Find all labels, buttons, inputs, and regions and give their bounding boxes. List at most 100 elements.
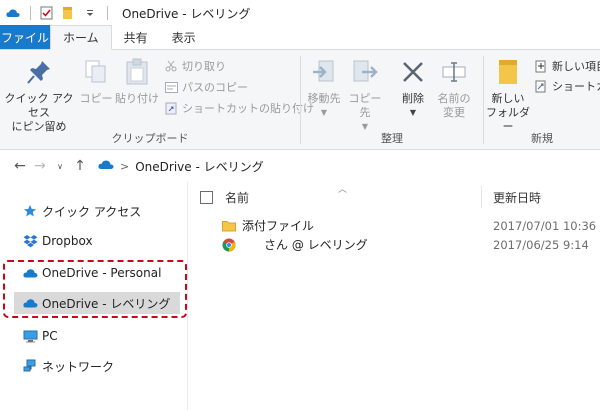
cut-label: 切り取り [182, 60, 226, 73]
file-date: 2017/07/01 10:36 [493, 218, 597, 233]
new-folder-icon[interactable] [61, 6, 75, 20]
pin-icon [23, 56, 55, 88]
ribbon: クイック アクセス にピン留め コピー 貼り付け 切り取り パスのコピー ショー… [0, 50, 600, 150]
clipboard-group-label: クリップボード [111, 132, 189, 145]
organize-group-label: 整理 [381, 132, 403, 145]
nav-label: ネットワーク [42, 359, 115, 374]
new-folder-label-line1: 新しい [491, 92, 525, 105]
window-title: OneDrive - レベリング [122, 6, 251, 21]
new-item-icon [534, 59, 548, 73]
back-arrow-icon[interactable]: ← [10, 156, 30, 176]
recent-locations-chevron-icon[interactable]: ∨ [50, 156, 70, 176]
easy-access-shortcut-button[interactable]: ショートカ [534, 78, 600, 94]
ribbon-tabs: ファイル ホーム 共有 表示 [0, 25, 600, 50]
delete-x-icon [397, 56, 429, 88]
sort-ascending-icon: ︿ [338, 185, 348, 195]
new-item-label: 新しい項目 [552, 60, 600, 73]
paste-shortcut-icon [164, 101, 178, 115]
column-modified-label: 更新日時 [493, 190, 542, 205]
nav-label: PC [42, 329, 58, 343]
column-header-name[interactable]: 名前 [200, 186, 249, 208]
onedrive-cloud-icon [6, 6, 20, 20]
file-name: 添付ファイル [222, 217, 314, 234]
star-icon [22, 204, 38, 218]
nav-item-network[interactable]: ネットワーク [22, 355, 114, 377]
chrome-icon [222, 238, 236, 252]
tab-home[interactable]: ホーム [50, 25, 112, 50]
delete-label: 削除 [402, 92, 424, 105]
paste-label: 貼り付け [115, 92, 159, 105]
move-to-button[interactable]: 移動先 ▼ [305, 56, 343, 120]
file-row[interactable]: 添付ファイル 2017/07/01 10:36 [188, 216, 600, 235]
file-date: 2017/06/25 9:14 [493, 237, 589, 252]
new-folder-icon [492, 56, 524, 88]
new-group-label: 新規 [531, 132, 553, 145]
copy-path-label: パスのコピー [182, 81, 248, 94]
new-item-button[interactable]: 新しい項目 [534, 58, 600, 74]
title-bar: OneDrive - レベリング [0, 0, 600, 26]
file-name: さん @ レベリング [222, 236, 368, 253]
nav-item-pc[interactable]: PC [22, 325, 58, 347]
tab-view[interactable]: 表示 [160, 25, 208, 49]
network-icon [22, 359, 38, 373]
copy-label: コピー [79, 92, 113, 105]
nav-item-dropbox[interactable]: Dropbox [22, 230, 93, 252]
onedrive-cloud-icon [98, 159, 114, 173]
copy-icon [80, 56, 112, 88]
breadcrumb-chevron-icon: > [120, 159, 130, 173]
nav-item-quick-access[interactable]: クイック アクセス [22, 200, 141, 222]
tab-share[interactable]: 共有 [112, 25, 160, 49]
delete-button[interactable]: 削除 ▼ [393, 56, 433, 120]
column-header-modified[interactable]: 更新日時 [493, 186, 541, 208]
quick-access-toolbar [0, 0, 116, 26]
move-to-dropdown-icon: ▼ [320, 108, 328, 117]
delete-dropdown-icon: ▼ [409, 108, 417, 117]
breadcrumb-onedrive[interactable]: OneDrive - レベリング [135, 158, 263, 175]
copy-to-icon [349, 56, 381, 88]
toolbar-divider [107, 6, 108, 20]
rename-button[interactable]: 名前の 変更 [433, 56, 475, 120]
move-to-label: 移動先 [307, 92, 341, 105]
rename-label-line2: 変更 [443, 106, 465, 119]
copy-to-label: コピー先 [348, 92, 382, 119]
file-name-text: さん @ レベリング [264, 238, 368, 252]
address-bar: ← → ∨ ↑ > OneDrive - レベリング [0, 150, 600, 182]
organize-group: 移動先 ▼ コピー先 ▼ 削除 ▼ 名前の 変更 整理 [301, 50, 483, 150]
properties-icon[interactable] [39, 6, 53, 20]
nav-label: Dropbox [42, 234, 93, 248]
toolbar-dropdown-icon[interactable] [83, 6, 97, 20]
rename-label-line1: 名前の [437, 92, 471, 105]
file-name-text: 添付ファイル [242, 219, 315, 233]
column-name-label: 名前 [225, 190, 250, 205]
move-to-icon [308, 56, 340, 88]
column-divider[interactable] [481, 186, 482, 208]
rename-icon [438, 56, 470, 88]
copy-button[interactable]: コピー [78, 56, 114, 106]
file-list: ︿ 名前 更新日時 添付ファイル 2017/07/01 10:36 さん @ レ… [188, 182, 600, 410]
select-all-checkbox[interactable] [200, 190, 213, 204]
copy-path-icon [164, 80, 178, 94]
cut-button[interactable]: 切り取り [164, 58, 226, 74]
scissors-icon [164, 59, 178, 73]
computer-icon [22, 329, 38, 343]
new-group: 新しい フォルダー 新しい項目 ショートカ 新規 [484, 50, 600, 150]
onedrive-highlight-box [3, 260, 187, 318]
file-row[interactable]: さん @ レベリング 2017/06/25 9:14 [188, 235, 600, 254]
copy-to-button[interactable]: コピー先 ▼ [345, 56, 385, 134]
paste-shortcut-label: ショートカットの貼り付け [182, 102, 314, 115]
up-arrow-icon[interactable]: ↑ [70, 156, 90, 176]
tab-file[interactable]: ファイル [0, 25, 50, 49]
new-folder-button[interactable]: 新しい フォルダー [486, 56, 530, 134]
shortcut-icon [534, 79, 548, 93]
breadcrumb[interactable]: > OneDrive - レベリング [98, 158, 264, 175]
folder-icon [222, 219, 236, 233]
nav-label: クイック アクセス [42, 204, 142, 219]
pin-label-line1: クイック アクセス [4, 92, 74, 119]
paste-icon [121, 56, 153, 88]
dropbox-icon [22, 234, 38, 248]
paste-shortcut-button[interactable]: ショートカットの貼り付け [164, 100, 314, 116]
copy-path-button[interactable]: パスのコピー [164, 79, 248, 95]
pin-to-quick-access-button[interactable]: クイック アクセス にピン留め [4, 56, 74, 134]
forward-arrow-icon[interactable]: → [30, 156, 50, 176]
paste-button[interactable]: 貼り付け [114, 56, 160, 106]
